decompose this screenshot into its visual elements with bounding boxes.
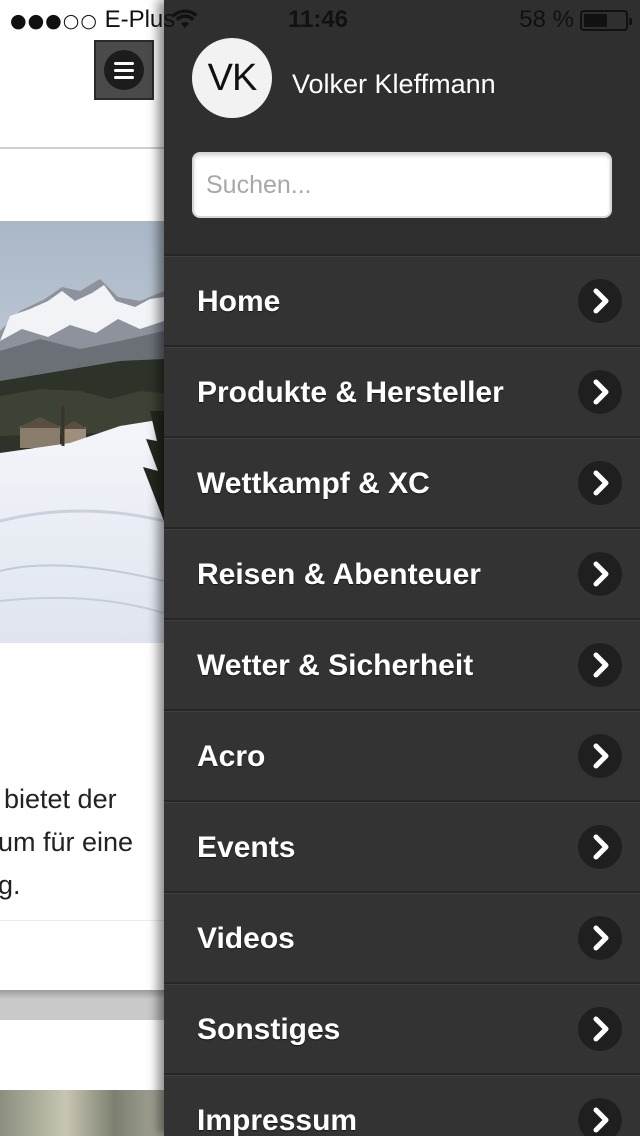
menu-item-label: Events [197,831,296,864]
background-page: bietet der um für eine g. [0,0,164,1136]
menu-item-impressum[interactable]: Impressum [164,1075,640,1136]
status-bar: ●●●○○ E-Plus 11:46 58 % [0,0,640,40]
navigation-drawer: VK Volker Kleffmann Home Produkte & Hers… [164,0,640,1136]
hamburger-menu-icon [104,50,144,90]
menu-item-wetter-sicherheit[interactable]: Wetter & Sicherheit [164,620,640,711]
chevron-right-icon [578,916,622,960]
user-name[interactable]: Volker Kleffmann [292,66,496,102]
menu-item-acro[interactable]: Acro [164,711,640,802]
chevron-right-icon [578,825,622,869]
chevron-right-icon [578,1098,622,1136]
hero-image-mountains [0,221,164,643]
menu-list: Home Produkte & Hersteller Wettkampf & X… [164,254,640,1136]
menu-item-label: Produkte & Hersteller [197,376,504,409]
chevron-right-icon [578,461,622,505]
menu-item-sonstiges[interactable]: Sonstiges [164,984,640,1075]
menu-item-events[interactable]: Events [164,802,640,893]
chevron-right-icon [578,370,622,414]
article-line: bietet der [4,784,117,814]
menu-item-label: Reisen & Abenteuer [197,558,481,591]
menu-item-wettkampf-xc[interactable]: Wettkampf & XC [164,438,640,529]
menu-item-label: Acro [197,740,266,773]
menu-item-label: Wettkampf & XC [197,467,430,500]
avatar[interactable]: VK [192,38,272,118]
menu-toggle-button[interactable] [94,40,154,100]
battery-level [584,14,608,27]
menu-item-label: Home [197,285,281,318]
search-input[interactable] [192,152,612,218]
article-line: um für eine [0,827,134,857]
section-divider-bar [0,990,164,1020]
article-text: bietet der um für eine g. [0,778,164,907]
menu-item-produkte-hersteller[interactable]: Produkte & Hersteller [164,347,640,438]
menu-item-videos[interactable]: Videos [164,893,640,984]
chevron-right-icon [578,279,622,323]
teaser-image [0,1090,164,1136]
menu-item-label: Videos [197,922,295,955]
menu-item-reisen-abenteuer[interactable]: Reisen & Abenteuer [164,529,640,620]
chevron-right-icon [578,552,622,596]
battery-icon [580,10,632,31]
menu-item-label: Impressum [197,1104,358,1136]
menu-item-label: Wetter & Sicherheit [197,649,474,682]
menu-item-label: Sonstiges [197,1013,341,1046]
menu-item-home[interactable]: Home [164,256,640,347]
divider [0,920,164,921]
battery-percentage: 58 % [519,6,574,33]
article-line: g. [0,870,21,900]
chevron-right-icon [578,643,622,687]
chevron-right-icon [578,1007,622,1051]
chevron-right-icon [578,734,622,778]
